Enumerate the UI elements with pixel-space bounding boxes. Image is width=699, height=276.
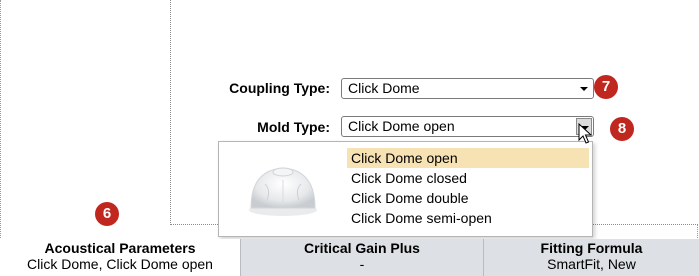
dropdown-option[interactable]: Click Dome semi-open — [347, 208, 589, 228]
mold-type-label: Mold Type: — [257, 119, 330, 135]
summary-strip: Acoustical Parameters Click Dome, Click … — [0, 239, 699, 276]
callout-badge-7: 7 — [594, 75, 618, 99]
fitting-formula-title: Fitting Formula — [540, 240, 643, 256]
critical-gain-cell[interactable]: Critical Gain Plus - — [240, 239, 483, 276]
critical-gain-value: - — [359, 256, 365, 272]
dropdown-option[interactable]: Click Dome closed — [347, 168, 589, 188]
coupling-type-select[interactable]: Click Dome — [341, 78, 594, 99]
critical-gain-title: Critical Gain Plus — [304, 240, 420, 256]
fitting-formula-cell[interactable]: Fitting Formula SmartFit, New — [483, 239, 699, 276]
coupling-type-label: Coupling Type: — [229, 80, 330, 96]
acoustical-parameters-title: Acoustical Parameters — [44, 240, 196, 256]
mold-type-select[interactable]: Click Dome open — [341, 116, 594, 137]
callout-badge-6: 6 — [95, 202, 119, 226]
callout-badge-8: 8 — [610, 117, 634, 141]
acoustical-parameters-cell[interactable]: Acoustical Parameters Click Dome, Click … — [0, 239, 240, 276]
dropdown-option[interactable]: Click Dome open — [347, 148, 589, 168]
click-dome-image — [221, 144, 345, 234]
mold-type-dropdown-list[interactable]: Click Dome open Click Dome closed Click … — [218, 141, 593, 237]
chevron-down-icon[interactable] — [576, 80, 592, 97]
mold-type-value: Click Dome open — [348, 118, 455, 134]
mouse-cursor-icon — [578, 122, 593, 150]
fitting-formula-value: SmartFit, New — [547, 256, 636, 272]
acoustical-parameters-value: Click Dome, Click Dome open — [27, 256, 213, 272]
dropdown-option[interactable]: Click Dome double — [347, 188, 589, 208]
coupling-type-value: Click Dome — [348, 80, 420, 96]
